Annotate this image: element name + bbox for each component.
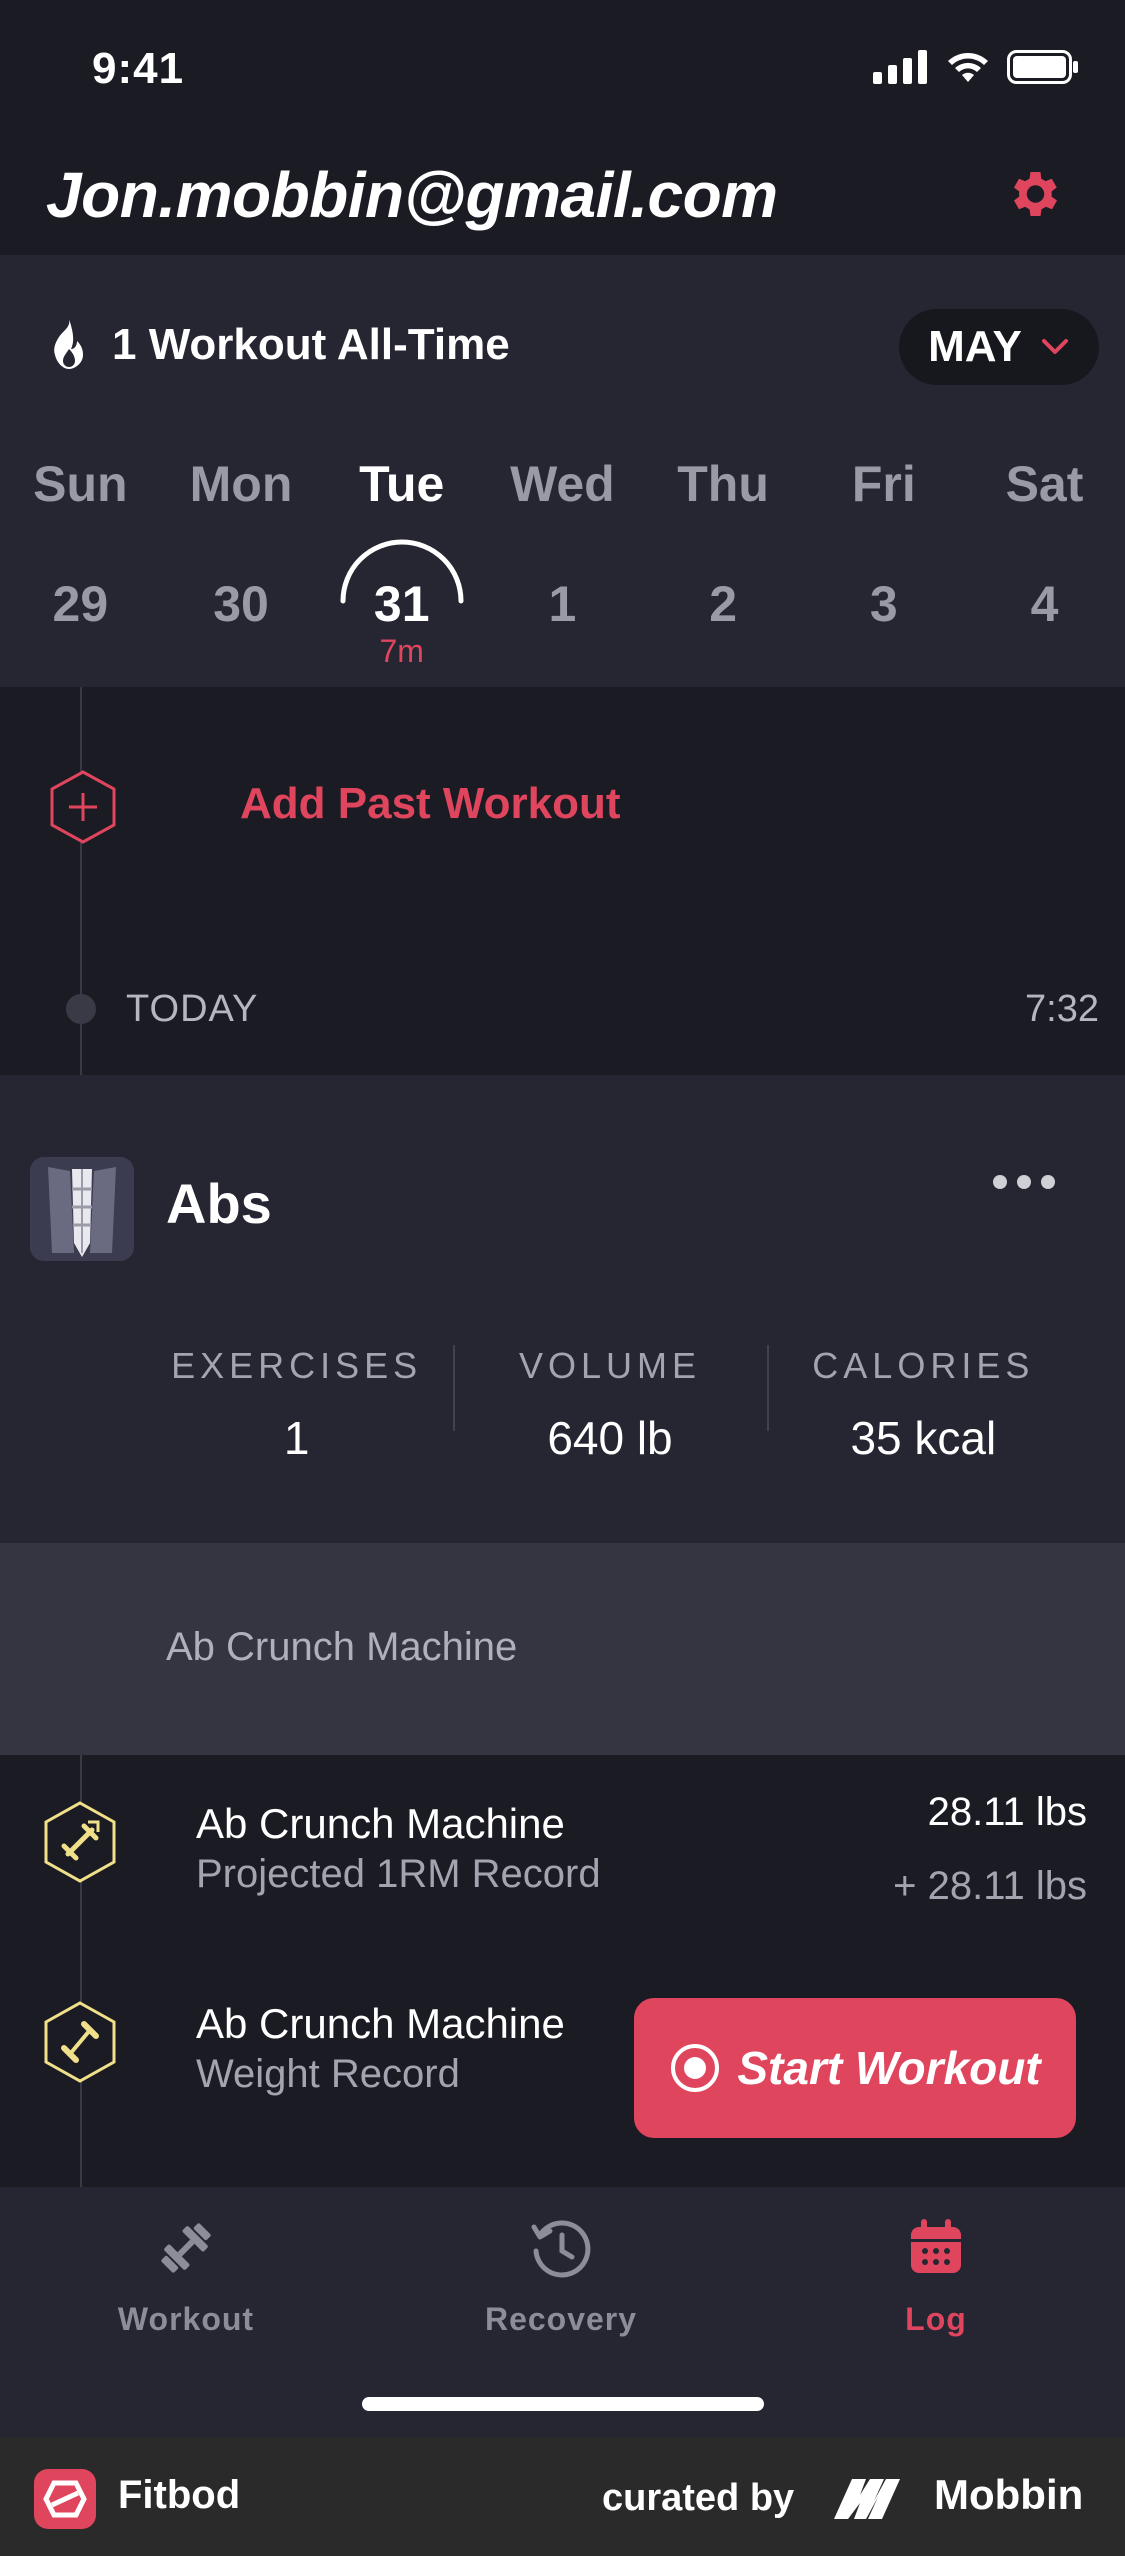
day-duration: 7m (379, 633, 424, 669)
status-time: 9:41 (92, 44, 185, 93)
exercise-name: Ab Crunch Machine (166, 1625, 518, 1669)
account-email: Jon.mobbin@gmail.com (46, 159, 778, 231)
day-number: 2 (709, 576, 737, 632)
battery-icon (1007, 50, 1078, 84)
home-indicator (362, 2397, 764, 2411)
tab-label: Log (905, 2301, 967, 2337)
tab-workout[interactable]: Workout (66, 2213, 306, 2338)
app-name: Fitbod (118, 2473, 241, 2517)
today-time: 7:32 (1025, 988, 1099, 1030)
record-dot-icon (671, 2044, 720, 2092)
day-name: Tue (359, 456, 445, 512)
signal-icon (873, 50, 927, 84)
streak-summary: 1 Workout All-Time (44, 317, 510, 373)
attribution-footer: Fitbod curated by Mobbin (0, 2437, 1125, 2556)
streak-label: 1 Workout All-Time (112, 320, 510, 369)
stat-label: VOLUME (518, 1345, 702, 1386)
month-selector[interactable]: MAY (899, 309, 1099, 385)
day-number: 1 (548, 576, 577, 632)
day-sun[interactable]: Sun 29 (0, 455, 161, 633)
curated-by-label: curated by (602, 2477, 795, 2519)
status-bar: 9:41 (0, 0, 1125, 140)
week-strip: Sun 29 Mon 30 Tue 31 7m Wed 1 Thu 2 Fri … (0, 455, 1125, 669)
add-past-workout-row[interactable]: Add Past Workout (0, 687, 1125, 907)
dumbbell-icon (161, 2223, 211, 2273)
day-name: Mon (189, 456, 293, 512)
stat-value: 35 kcal (850, 1412, 997, 1464)
stat-calories: CALORIES 35 kcal (766, 1345, 1080, 1465)
day-tue-selected[interactable]: Tue 31 7m (321, 455, 482, 669)
header: Jon.mobbin@gmail.com (0, 140, 1125, 255)
month-label: MAY (928, 322, 1022, 371)
day-number: 3 (869, 576, 898, 632)
gear-icon[interactable] (1003, 164, 1063, 224)
brand-name: Mobbin (934, 2471, 1084, 2518)
tab-log[interactable]: Log (816, 2213, 1056, 2338)
day-name: Fri (851, 456, 916, 512)
chevron-down-icon (1041, 339, 1068, 354)
today-label: TODAY (126, 988, 259, 1030)
stat-label: EXERCISES (171, 1345, 423, 1386)
day-number: 29 (52, 576, 109, 632)
record-value: 28.11 lbs (927, 1790, 1087, 1834)
day-number: 30 (213, 576, 269, 632)
tab-recovery[interactable]: Recovery (441, 2213, 681, 2338)
recovery-clock-icon (531, 2220, 591, 2278)
tab-label: Workout (117, 2301, 255, 2337)
day-name: Wed (510, 456, 615, 512)
calendar-panel: 1 Workout All-Time MAY Sun 29 Mon 30 Tue… (0, 255, 1125, 687)
day-name: Sun (33, 456, 128, 512)
mobbin-logo-icon (834, 2479, 900, 2519)
stat-value: 640 lb (547, 1412, 673, 1464)
day-number: 4 (1030, 576, 1059, 632)
stat-exercises: EXERCISES 1 (140, 1345, 453, 1465)
workout-title: Abs (166, 1172, 272, 1235)
start-workout-label: Start Workout (737, 2042, 1041, 2094)
abs-muscle-icon (30, 1157, 134, 1261)
record-delta: + 28.11 lbs (893, 1864, 1087, 1908)
workout-card[interactable]: Abs EXERCISES 1 VOLUME 640 lb CALORIES 3… (0, 1075, 1125, 1543)
record-title: Ab Crunch Machine (196, 1800, 565, 1847)
record-item[interactable]: Ab Crunch Machine Projected 1RM Record 2… (0, 1780, 1125, 1960)
exercise-row[interactable]: Ab Crunch Machine (0, 1543, 1125, 1755)
flame-icon (54, 319, 83, 369)
add-hexagon-icon (50, 770, 116, 844)
record-dumbbell-icon (44, 2001, 116, 2083)
day-wed[interactable]: Wed 1 (482, 455, 643, 633)
day-sat[interactable]: Sat 4 (964, 455, 1125, 633)
workout-stats: EXERCISES 1 VOLUME 640 lb CALORIES 35 kc… (140, 1345, 1080, 1465)
calendar-icon (911, 2219, 961, 2273)
day-thu[interactable]: Thu 2 (643, 455, 804, 633)
today-header: TODAY 7:32 (0, 970, 1125, 1046)
wifi-icon (948, 53, 988, 82)
add-past-workout-label: Add Past Workout (240, 779, 621, 828)
more-options-icon[interactable] (993, 1175, 1055, 1189)
record-subtitle: Weight Record (196, 2052, 460, 2096)
day-name: Sat (1005, 456, 1084, 512)
stat-volume: VOLUME 640 lb (453, 1345, 766, 1465)
timeline-dot (66, 994, 96, 1024)
stat-value: 1 (283, 1412, 310, 1464)
day-fri[interactable]: Fri 3 (803, 455, 964, 633)
start-workout-button[interactable]: Start Workout (634, 1998, 1076, 2138)
record-title: Ab Crunch Machine (196, 2000, 565, 2047)
day-mon[interactable]: Mon 30 (161, 455, 322, 633)
record-trophy-icon (44, 1801, 116, 1883)
status-icons (873, 50, 1079, 84)
fitbod-logo-icon (34, 2469, 96, 2529)
record-subtitle: Projected 1RM Record (196, 1852, 601, 1896)
day-name: Thu (677, 456, 769, 512)
tab-label: Recovery (484, 2301, 638, 2337)
stat-label: CALORIES (812, 1345, 1035, 1386)
progress-arc-icon (340, 539, 464, 604)
